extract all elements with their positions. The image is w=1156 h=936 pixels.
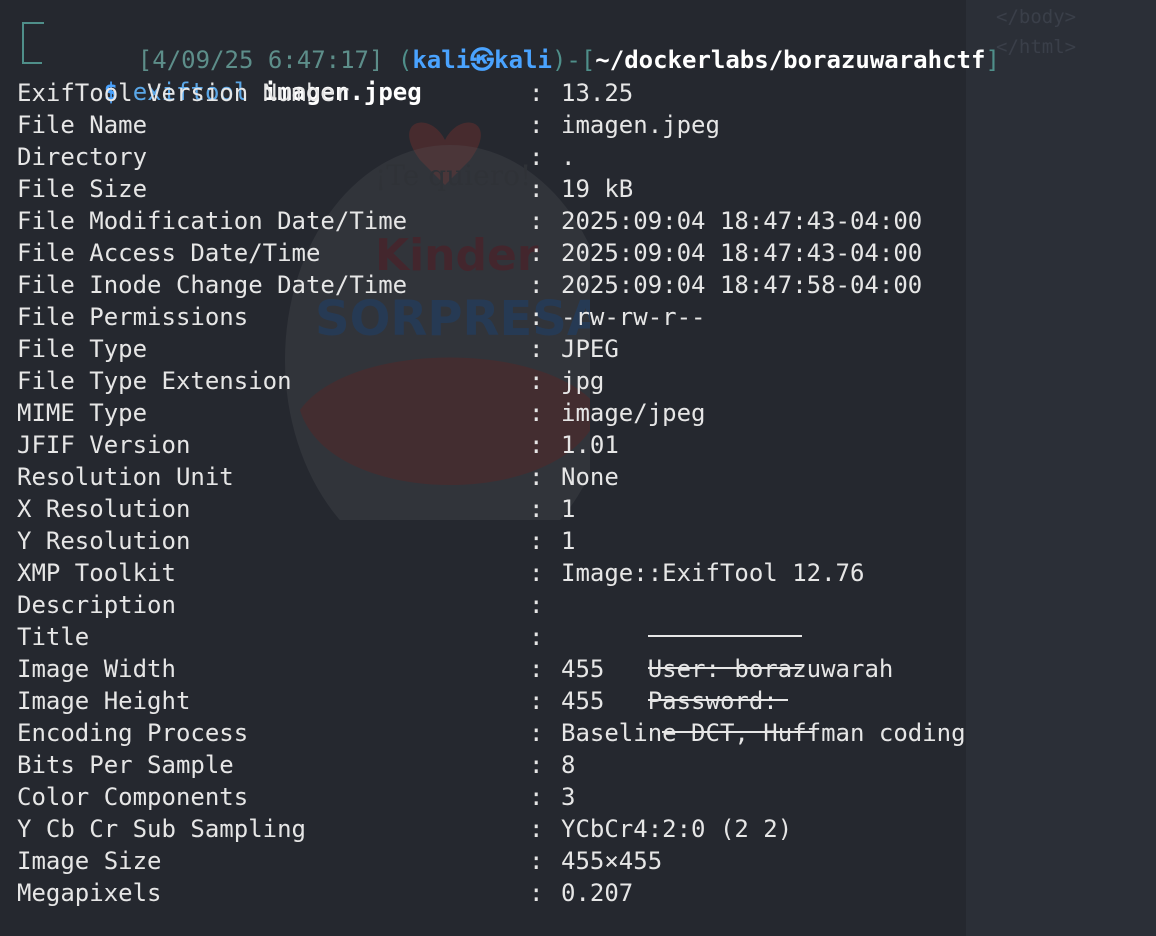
exif-value: 2025:09:04 18:47:43-04:00 bbox=[561, 207, 923, 235]
ghost-code-line: </html> bbox=[996, 36, 1077, 58]
exif-value: jpg bbox=[561, 367, 605, 395]
exif-value: 8 bbox=[561, 751, 576, 779]
exif-value: -rw-rw-r-- bbox=[561, 303, 706, 331]
exif-key: File Type bbox=[17, 335, 148, 363]
exif-key: Title bbox=[17, 623, 90, 651]
exif-value: JPEG bbox=[561, 335, 619, 363]
exif-value: Baseline DCT, Huffman coding bbox=[561, 719, 966, 747]
exif-key: Color Components bbox=[17, 783, 249, 811]
exif-key: Bits Per Sample bbox=[17, 751, 234, 779]
exif-key: Resolution Unit bbox=[17, 463, 234, 491]
ghost-code-line: </body> bbox=[996, 6, 1077, 28]
exif-key: File Permissions bbox=[17, 303, 249, 331]
exif-value: 19 kB bbox=[561, 175, 634, 203]
exif-value: 455 bbox=[561, 687, 605, 715]
exif-value: imagen.jpeg bbox=[561, 111, 720, 139]
exif-key: Description bbox=[17, 591, 176, 619]
exif-key: MIME Type bbox=[17, 399, 148, 427]
exif-value: Password: bbox=[647, 687, 778, 715]
exif-key: Megapixels bbox=[17, 879, 162, 907]
exif-key: File Inode Change Date/Time bbox=[17, 271, 408, 299]
exif-key: File Access Date/Time bbox=[17, 239, 321, 267]
background-editor-pane bbox=[966, 0, 1156, 936]
exif-value: . bbox=[561, 143, 576, 171]
exif-key: Y Resolution bbox=[17, 527, 191, 555]
prompt-corner-bottom bbox=[22, 52, 42, 64]
exif-value: 2025:09:04 18:47:43-04:00 bbox=[561, 239, 923, 267]
exif-value: image/jpeg bbox=[561, 399, 706, 427]
exif-key: XMP Toolkit bbox=[17, 559, 176, 587]
exif-key: File Name bbox=[17, 111, 148, 139]
exif-key: Encoding Process bbox=[17, 719, 249, 747]
dash-line bbox=[647, 667, 802, 669]
exif-value: YCbCr4:2:0 (2 2) bbox=[561, 815, 793, 843]
exif-key: ExifTool Version Number bbox=[17, 79, 350, 107]
exif-value: 2025:09:04 18:47:58-04:00 bbox=[561, 271, 923, 299]
exif-key: Directory bbox=[17, 143, 148, 171]
exif-row: Description: User: borazuwarah bbox=[17, 589, 1156, 701]
art-text: ¡Te quiero! bbox=[375, 159, 531, 192]
exif-value: 13.25 bbox=[561, 79, 634, 107]
exif-key: File Modification Date/Time bbox=[17, 207, 408, 235]
exif-value: 0.207 bbox=[561, 879, 634, 907]
exif-key: File Type Extension bbox=[17, 367, 292, 395]
exif-key: Image Size bbox=[17, 847, 162, 875]
exif-value: None bbox=[561, 463, 619, 491]
prompt-line: [4/09/25 6:47:17] (kali㉿kali)-[~/dockerl… bbox=[137, 46, 1000, 74]
exif-key: Image Height bbox=[17, 687, 191, 715]
prompt-at-icon: ㉿ bbox=[470, 46, 495, 74]
terminal-window[interactable]: </body> </html> ¡Te quiero! Kinder SORPR… bbox=[0, 0, 1156, 936]
exif-value: 455 bbox=[561, 655, 605, 683]
exif-value: 1 bbox=[561, 495, 576, 523]
exif-value: Image::ExifTool 12.76 bbox=[561, 559, 865, 587]
prompt-path: ~/dockerlabs/borazuwarahctf bbox=[595, 46, 986, 74]
exif-key: Image Width bbox=[17, 655, 176, 683]
exif-row: Title: Password: bbox=[17, 621, 814, 733]
exif-key: Y Cb Cr Sub Sampling bbox=[17, 815, 306, 843]
exif-key: File Size bbox=[17, 175, 148, 203]
exif-value: 3 bbox=[561, 783, 576, 811]
exif-key: JFIF Version bbox=[17, 431, 191, 459]
command-line[interactable]: $ exiftool imagen.jpeg bbox=[46, 44, 422, 106]
exif-value: 455×455 bbox=[561, 847, 663, 875]
exif-key: X Resolution bbox=[17, 495, 191, 523]
exif-value: 1 bbox=[561, 527, 576, 555]
exif-value: 1.01 bbox=[561, 431, 619, 459]
prompt-host: kali bbox=[494, 46, 552, 74]
